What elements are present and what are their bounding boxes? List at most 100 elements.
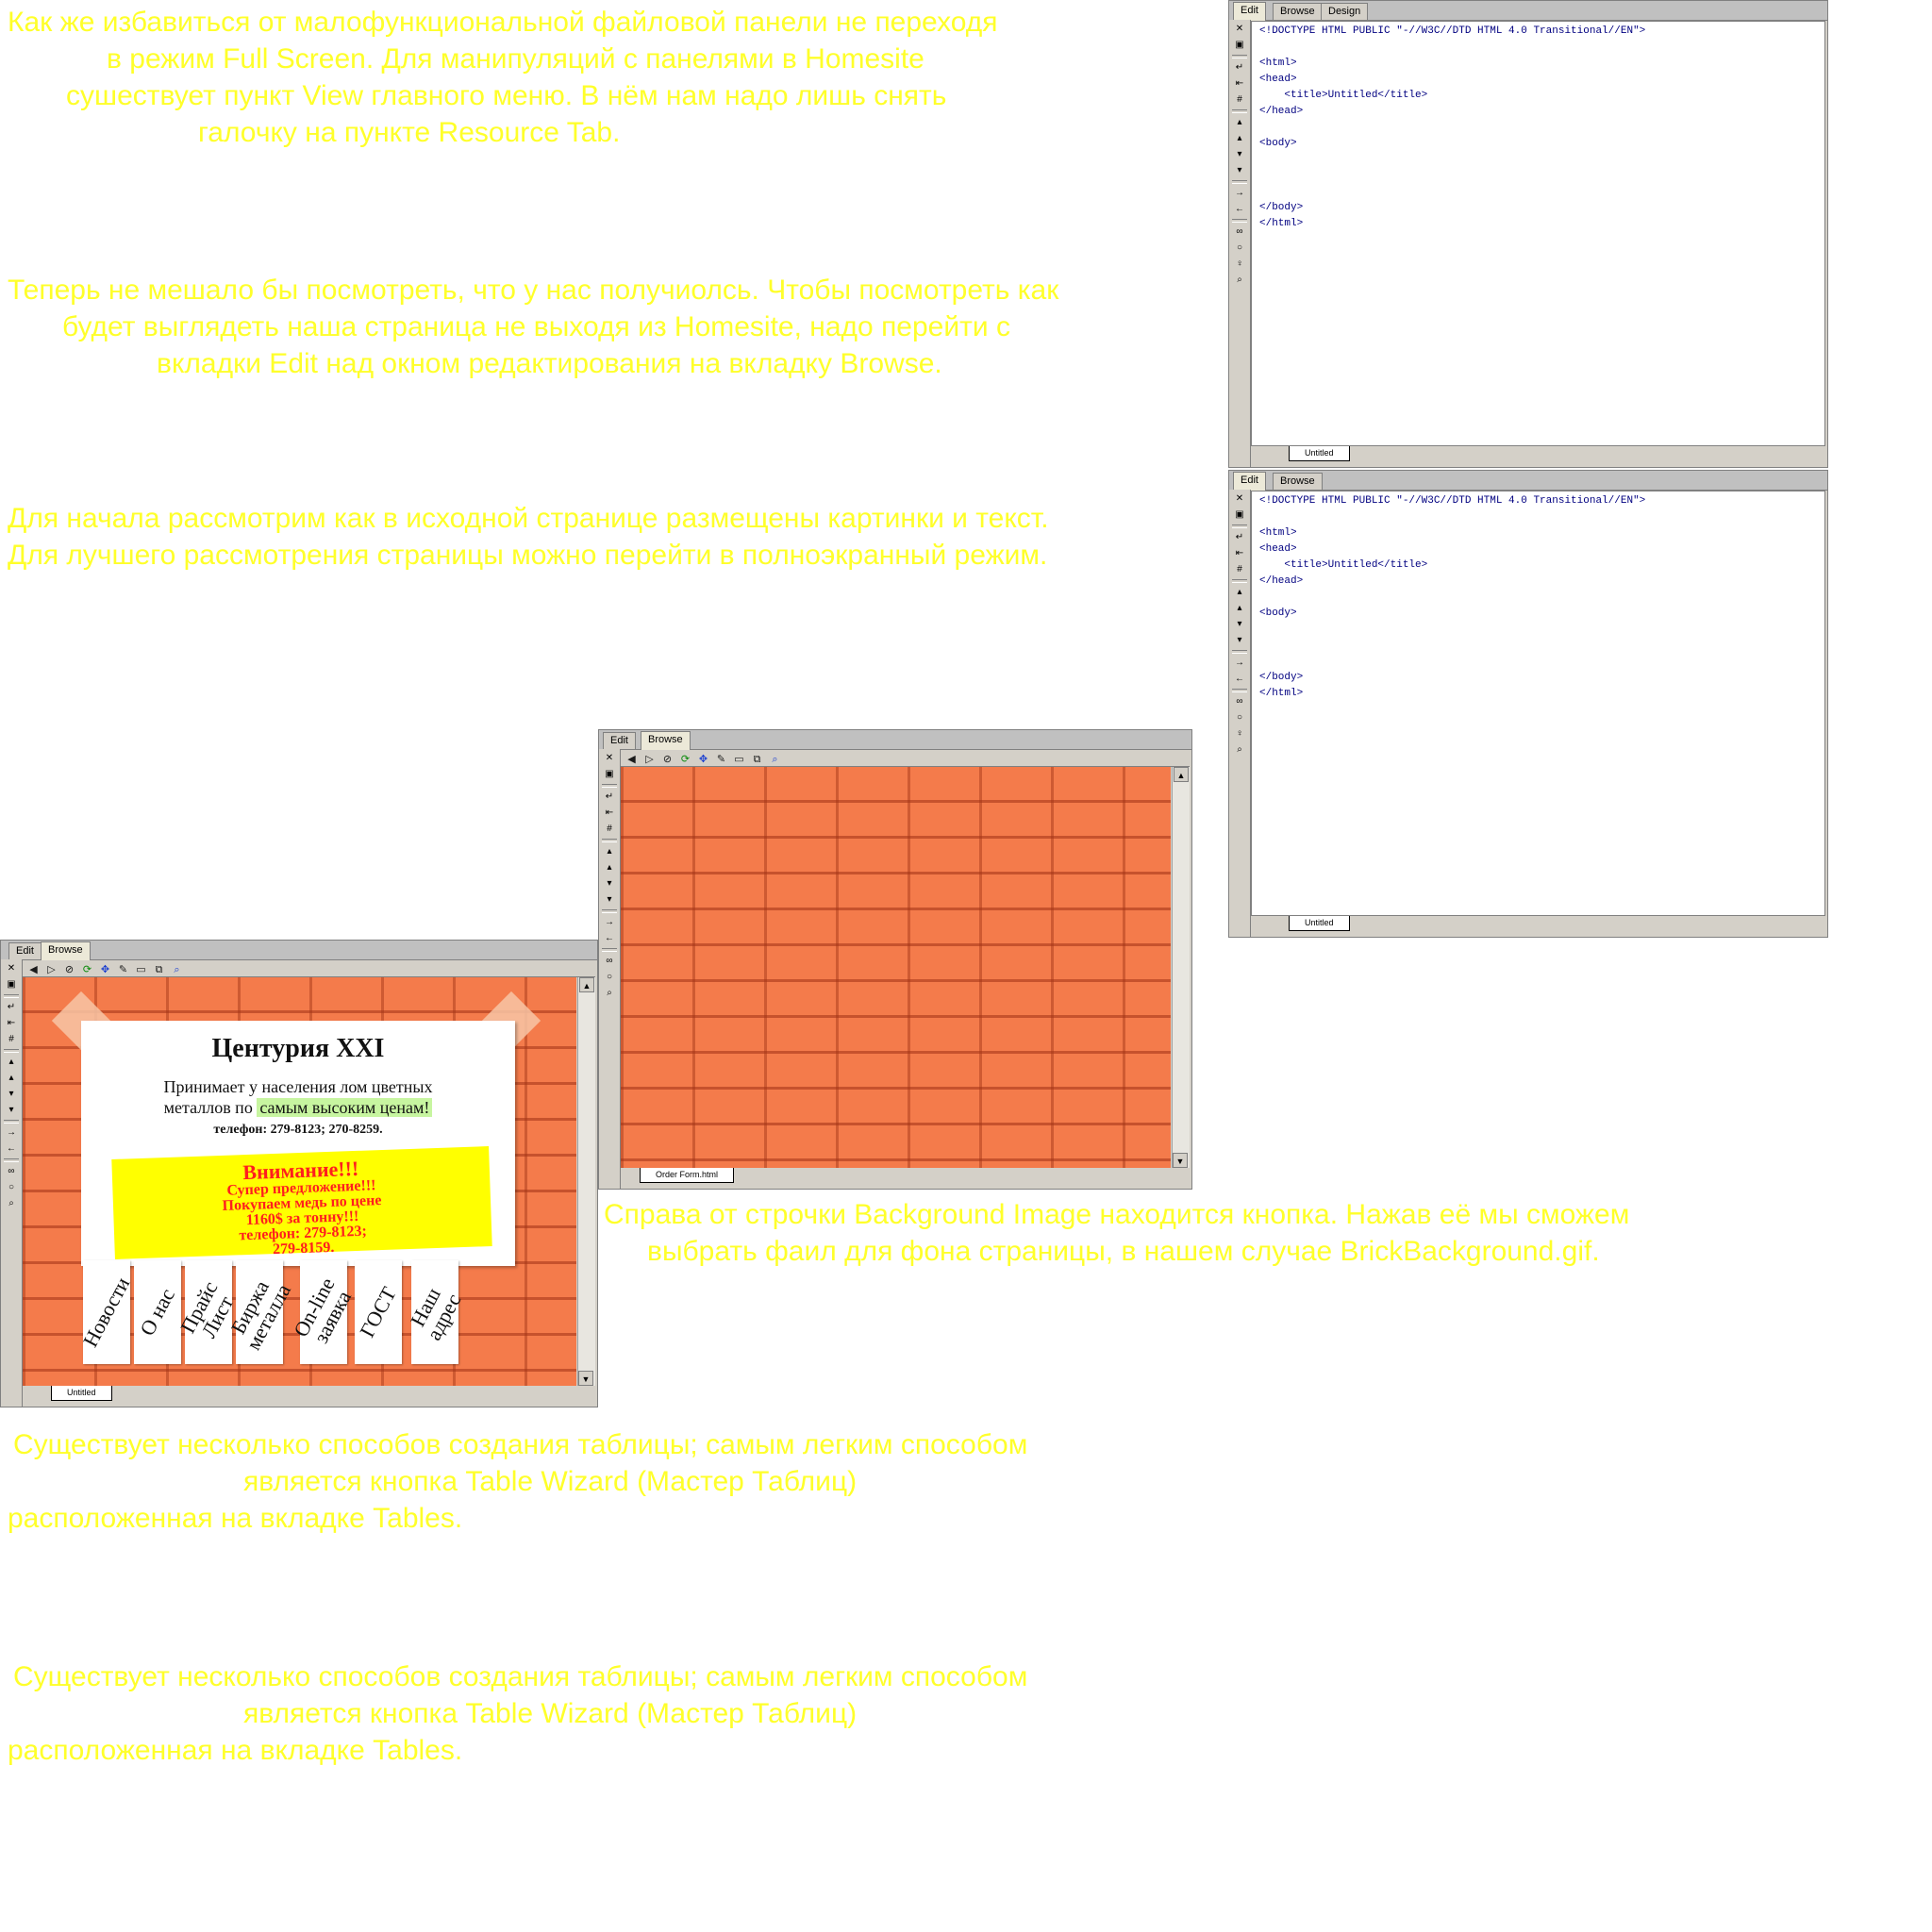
vertical-scrollbar[interactable]: ▲ ▼ <box>1172 767 1190 1168</box>
move-icon[interactable]: ✥ <box>696 753 710 767</box>
page-icon[interactable]: ⧉ <box>750 753 764 767</box>
stop-icon[interactable]: ⊘ <box>62 963 76 977</box>
hash-icon[interactable]: # <box>4 1033 19 1046</box>
code-editor[interactable]: <!DOCTYPE HTML PUBLIC "-//W3C//DTD HTML … <box>1251 21 1825 446</box>
page-icon[interactable]: ⧉ <box>152 963 166 977</box>
wrap-icon[interactable]: ↵ <box>602 791 617 804</box>
scroll-down-icon[interactable]: ▼ <box>578 1371 593 1386</box>
tab-edit[interactable]: Edit <box>603 732 636 749</box>
tab-browse[interactable]: Browse <box>1273 3 1323 20</box>
arrow-down-icon[interactable]: ▾ <box>602 893 617 907</box>
tab-edit[interactable]: Edit <box>1233 2 1266 21</box>
arrow-up-icon[interactable]: ▴ <box>1232 586 1247 599</box>
hash-icon[interactable]: # <box>1232 563 1247 576</box>
close-icon[interactable]: ✕ <box>1232 23 1247 36</box>
indent-icon[interactable]: ⇤ <box>1232 547 1247 560</box>
arrow-down-icon[interactable]: ▾ <box>4 1088 19 1101</box>
nav-strip-order[interactable]: On-line заявка <box>289 1260 356 1364</box>
search-icon[interactable]: ⌕ <box>602 987 617 1000</box>
pencil-icon[interactable]: ✎ <box>714 753 728 767</box>
folder-icon[interactable]: ▭ <box>732 753 746 767</box>
link-icon[interactable]: ∞ <box>1232 225 1247 239</box>
arrow-up-icon[interactable]: ▴ <box>602 861 617 874</box>
square-icon[interactable]: ▣ <box>4 978 19 991</box>
arrow-right-icon[interactable]: → <box>1232 187 1247 200</box>
document-tab[interactable]: Untitled <box>1289 916 1350 931</box>
comment-icon[interactable]: ○ <box>4 1181 19 1194</box>
indent-icon[interactable]: ⇤ <box>4 1017 19 1030</box>
search-icon[interactable]: ⌕ <box>170 963 184 977</box>
link-icon[interactable]: ∞ <box>602 955 617 968</box>
arrow-up-icon[interactable]: ▴ <box>4 1056 19 1069</box>
comment-icon[interactable]: ○ <box>1232 711 1247 724</box>
stop-icon[interactable]: ⊘ <box>660 753 675 767</box>
document-tab[interactable]: Untitled <box>1289 446 1350 461</box>
indent-icon[interactable]: ⇤ <box>1232 77 1247 91</box>
arrow-up-icon[interactable]: ▴ <box>1232 116 1247 129</box>
tab-edit[interactable]: Edit <box>8 942 42 959</box>
document-tab[interactable]: Untitled <box>51 1386 112 1401</box>
arrow-left-icon[interactable]: ← <box>1232 673 1247 686</box>
close-icon[interactable]: ✕ <box>4 962 19 975</box>
nav-strip-address[interactable]: Наш адрес <box>406 1260 466 1364</box>
arrow-right-icon[interactable]: → <box>1232 657 1247 670</box>
forward-icon[interactable]: ▷ <box>642 753 657 767</box>
wrap-icon[interactable]: ↵ <box>4 1001 19 1014</box>
refresh-icon[interactable]: ⟳ <box>678 753 692 767</box>
search-icon[interactable]: ⌕ <box>1232 743 1247 757</box>
arrow-down-icon[interactable]: ▾ <box>1232 634 1247 647</box>
link-icon[interactable]: ∞ <box>1232 695 1247 708</box>
link-icon[interactable]: ∞ <box>4 1165 19 1178</box>
search-icon[interactable]: ⌕ <box>768 753 782 767</box>
arrow-up-icon[interactable]: ▴ <box>1232 132 1247 145</box>
square-icon[interactable]: ▣ <box>602 768 617 781</box>
arrow-up-icon[interactable]: ▴ <box>602 845 617 858</box>
scroll-up-icon[interactable]: ▲ <box>1174 767 1189 782</box>
nav-strip-news[interactable]: Новости <box>78 1260 134 1364</box>
arrow-up-icon[interactable]: ▴ <box>1232 602 1247 615</box>
tag-icon[interactable]: ♀ <box>1232 727 1247 741</box>
arrow-left-icon[interactable]: ← <box>602 932 617 945</box>
hash-icon[interactable]: # <box>1232 93 1247 107</box>
tab-design[interactable]: Design <box>1321 3 1369 20</box>
close-icon[interactable]: ✕ <box>602 752 617 765</box>
forward-icon[interactable]: ▷ <box>44 963 58 977</box>
tab-browse[interactable]: Browse <box>641 731 691 750</box>
tab-edit[interactable]: Edit <box>1233 472 1266 491</box>
document-tab[interactable]: Order Form.html <box>640 1168 735 1183</box>
arrow-up-icon[interactable]: ▴ <box>4 1072 19 1085</box>
arrow-left-icon[interactable]: ← <box>1232 203 1247 216</box>
nav-strip-gost[interactable]: ГОСТ <box>355 1260 402 1364</box>
hash-icon[interactable]: # <box>602 823 617 836</box>
arrow-right-icon[interactable]: → <box>4 1126 19 1140</box>
comment-icon[interactable]: ○ <box>1232 242 1247 255</box>
pencil-icon[interactable]: ✎ <box>116 963 130 977</box>
arrow-down-icon[interactable]: ▾ <box>1232 618 1247 631</box>
indent-icon[interactable]: ⇤ <box>602 807 617 820</box>
code-editor[interactable]: <!DOCTYPE HTML PUBLIC "-//W3C//DTD HTML … <box>1251 491 1825 916</box>
vertical-scrollbar[interactable]: ▲ ▼ <box>577 977 595 1386</box>
scroll-up-icon[interactable]: ▲ <box>579 977 594 992</box>
refresh-icon[interactable]: ⟳ <box>80 963 94 977</box>
nav-strip-price[interactable]: Прайс Лист <box>175 1260 238 1364</box>
search-icon[interactable]: ⌕ <box>4 1197 19 1210</box>
arrow-down-icon[interactable]: ▾ <box>4 1104 19 1117</box>
arrow-left-icon[interactable]: ← <box>4 1142 19 1156</box>
arrow-down-icon[interactable]: ▾ <box>602 877 617 891</box>
square-icon[interactable]: ▣ <box>1232 39 1247 52</box>
wrap-icon[interactable]: ↵ <box>1232 61 1247 75</box>
close-icon[interactable]: ✕ <box>1232 492 1247 506</box>
nav-strip-exchange[interactable]: Биржа металла <box>226 1260 295 1364</box>
wrap-icon[interactable]: ↵ <box>1232 531 1247 544</box>
back-icon[interactable]: ◀ <box>625 753 639 767</box>
back-icon[interactable]: ◀ <box>26 963 41 977</box>
folder-icon[interactable]: ▭ <box>134 963 148 977</box>
move-icon[interactable]: ✥ <box>98 963 112 977</box>
tag-icon[interactable]: ♀ <box>1232 258 1247 271</box>
nav-strip-about[interactable]: О нас <box>134 1260 181 1364</box>
search-icon[interactable]: ⌕ <box>1232 274 1247 287</box>
arrow-down-icon[interactable]: ▾ <box>1232 164 1247 177</box>
tab-browse[interactable]: Browse <box>41 941 91 960</box>
arrow-down-icon[interactable]: ▾ <box>1232 148 1247 161</box>
scroll-down-icon[interactable]: ▼ <box>1173 1153 1188 1168</box>
